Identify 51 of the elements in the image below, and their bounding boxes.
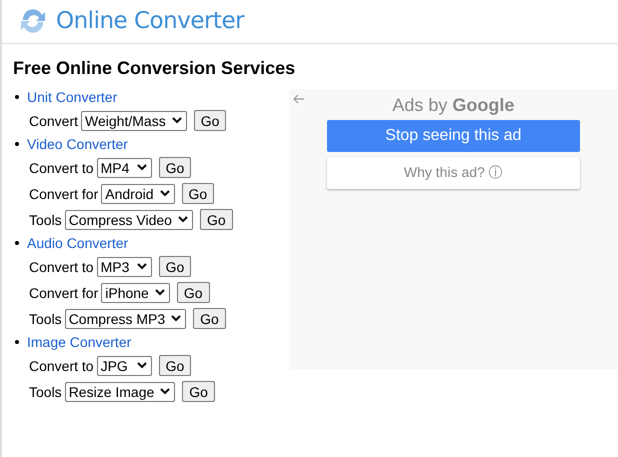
format-dropdown[interactable]: Resize Image <box>64 382 176 402</box>
go-button[interactable]: Go <box>194 110 226 131</box>
bullet-icon <box>15 142 19 146</box>
converter-link[interactable]: Image Converter <box>27 334 132 350</box>
format-dropdown[interactable]: MP4 <box>96 158 152 178</box>
go-button[interactable]: Go <box>158 157 192 178</box>
go-button[interactable]: Go <box>176 282 210 303</box>
refresh-icon <box>18 8 48 34</box>
bullet-icon <box>15 95 19 99</box>
go-button[interactable]: Go <box>158 355 192 376</box>
converter-link[interactable]: Audio Converter <box>27 235 128 251</box>
format-dropdown[interactable]: iPhone <box>101 282 170 302</box>
page-heading: Free Online Conversion Services <box>13 58 296 79</box>
go-button[interactable]: Go <box>200 209 233 230</box>
format-dropdown[interactable]: Android <box>101 184 175 204</box>
go-button[interactable]: Go <box>182 183 214 204</box>
chevron-down-icon <box>160 388 170 395</box>
site-title: Online Converter <box>56 8 244 34</box>
chevron-down-icon <box>160 190 170 197</box>
go-button[interactable]: Go <box>158 256 192 277</box>
format-dropdown[interactable]: Compress MP3 <box>64 308 186 328</box>
go-button[interactable]: Go <box>193 308 226 329</box>
row-label: Convert to <box>29 358 94 374</box>
bullet-icon <box>15 241 19 245</box>
format-dropdown[interactable]: Weight/Mass <box>81 110 187 130</box>
chevron-down-icon <box>136 362 147 369</box>
chevron-down-icon <box>136 164 147 171</box>
why-ad-button[interactable]: Why this ad? ⓘ <box>326 157 580 189</box>
chevron-down-icon <box>154 289 165 296</box>
go-button[interactable]: Go <box>182 381 215 402</box>
chevron-down-icon <box>178 216 188 223</box>
bullet-icon <box>15 340 19 344</box>
row-label: Tools <box>29 212 62 228</box>
chevron-down-icon <box>172 117 182 124</box>
chevron-down-icon <box>136 263 147 270</box>
converter-link[interactable]: Unit Converter <box>27 89 118 105</box>
chevron-down-icon <box>171 315 182 322</box>
converter-link[interactable]: Video Converter <box>27 136 128 152</box>
row-label: Tools <box>29 310 62 326</box>
row-label: Convert for <box>29 284 98 300</box>
row-label: Convert <box>29 112 78 128</box>
back-arrow-icon[interactable] <box>292 94 305 104</box>
format-dropdown[interactable]: JPG <box>96 356 152 376</box>
row-label: Convert to <box>29 258 94 274</box>
stop-ad-button[interactable]: Stop seeing this ad <box>326 120 580 152</box>
format-dropdown[interactable]: Compress Video <box>64 210 193 230</box>
format-dropdown[interactable]: MP3 <box>96 256 152 276</box>
row-label: Convert for <box>29 186 98 202</box>
row-label: Convert to <box>29 160 94 176</box>
row-label: Tools <box>29 384 62 400</box>
ads-by-label: Ads by Google <box>392 95 514 116</box>
